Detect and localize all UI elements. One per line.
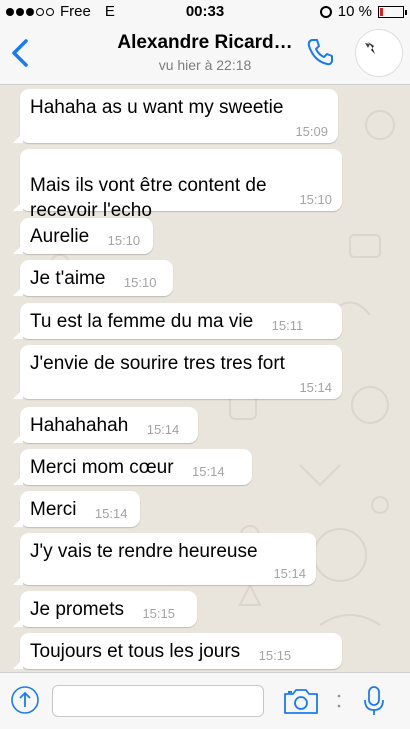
message-bubble[interactable]: J'envie de sourire tres tres fort 15:14 [13,345,342,399]
message-bubble[interactable]: Je promets 15:15 [13,591,197,627]
camera-button[interactable] [283,687,319,715]
message-text: Merci mom cœur [30,457,174,478]
message-time: 15:09 [295,124,328,139]
bubble-tail [13,517,23,527]
upload-arrow-icon [11,686,39,714]
message-bubble[interactable]: Merci mom cœur 15:14 [13,449,252,485]
message-bubble[interactable]: Toujours et tous les jours 15:15 [13,633,342,669]
battery-icon [378,5,407,18]
call-button[interactable] [304,36,336,68]
bubble-tail [13,433,23,443]
message-time: 15:14 [192,464,225,479]
microphone-icon [364,686,384,715]
message-bubble[interactable]: J'y vais te rendre heureuse 15:14 [13,533,316,585]
message-time: 15:15 [258,648,292,663]
message-bubble[interactable]: Je t'aime 15:10 [13,260,173,296]
avatar-image [365,42,375,54]
message-bubble[interactable]: Tu est la femme du ma vie 15:11 [13,303,342,339]
battery-percentage: 10 % [337,3,372,20]
chat-area[interactable]: Hahaha as u want my sweetie 15:09 Mais i… [0,85,410,672]
message-time: 15:14 [146,422,180,437]
message-text: Je promets [30,599,124,620]
chat-header: Alexandre Ricard… vu hier à 22:18 [0,24,410,85]
bubble-tail [13,286,23,296]
message-bubble[interactable]: Aurelie 15:10 [13,218,153,254]
status-bar: Free E 00:33 10 % [0,0,410,24]
message-text: Toujours et tous les jours [30,641,241,662]
contact-name: Alexandre Ricard… [117,32,293,53]
last-seen-status: vu hier à 22:18 [158,57,252,73]
message-bubble[interactable]: Hahaha as u want my sweetie 15:09 [13,89,338,143]
message-text: Hahaha as u want my sweetie [30,97,284,118]
message-text: Hahahahah [30,415,129,436]
chevron-left-icon [12,39,28,67]
message-input[interactable] [52,685,264,717]
message-bubble[interactable]: Merci 15:14 [13,491,140,527]
share-button[interactable] [10,685,40,715]
message-bubble[interactable]: Hahahahah 15:14 [13,407,198,443]
message-time: 15:15 [142,606,175,621]
bubble-tail [13,329,23,339]
message-time: 15:11 [271,318,304,333]
contact-avatar[interactable] [355,29,403,77]
message-text: Tu est la femme du ma vie [30,311,254,332]
bubble-tail [13,659,23,669]
message-time: 15:14 [273,566,306,581]
divider [337,693,341,709]
message-time: 15:10 [123,275,157,290]
message-time: 15:14 [94,506,128,521]
voice-record-button[interactable] [362,685,386,717]
message-time: 15:10 [107,233,141,248]
contact-title[interactable]: Alexandre Ricard… vu hier à 22:18 [80,32,330,73]
message-time: 15:10 [299,192,332,207]
message-text: J'envie de sourire tres tres fort [30,353,285,374]
bubble-tail [13,133,23,143]
message-input-bar [0,672,410,729]
message-text: Merci [30,499,77,520]
message-text: J'y vais te rendre heureuse [30,541,258,562]
camera-icon [284,689,318,714]
message-text: Je t'aime [30,268,106,289]
bubble-tail [13,201,23,211]
bubble-tail [13,389,23,399]
bubble-tail [13,475,23,485]
bubble-tail [13,244,23,254]
message-text: Aurelie [30,226,90,247]
bubble-tail [13,617,23,627]
message-bubble[interactable]: Mais ils vont être content de recevoir l… [13,149,342,221]
back-button[interactable] [6,36,36,70]
phone-icon [307,39,333,66]
alarm-icon [319,5,332,18]
message-time: 15:14 [299,380,332,395]
bubble-tail [13,575,23,585]
